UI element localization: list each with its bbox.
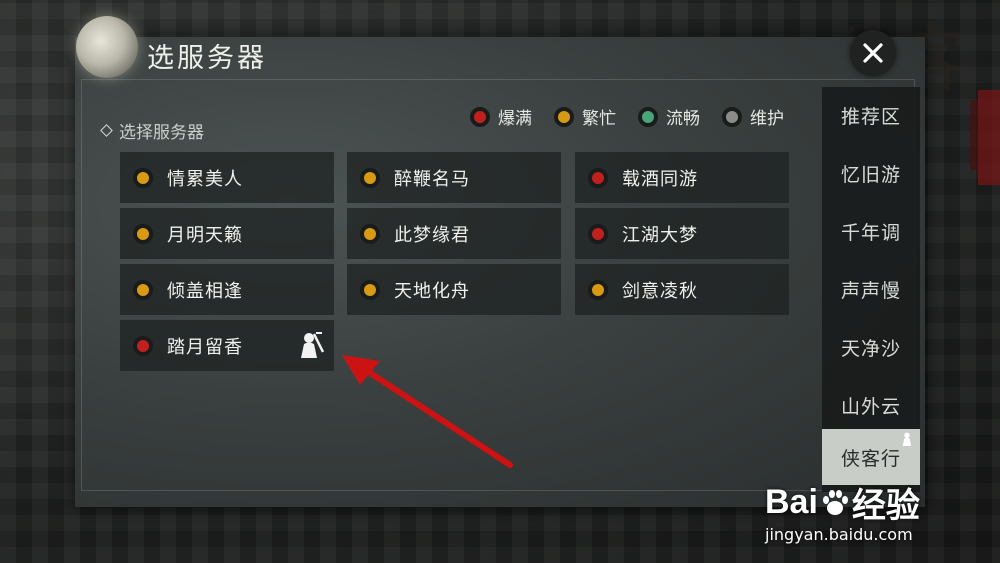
legend-label: 爆满 (498, 109, 532, 129)
region-label: 推荐区 (840, 105, 901, 128)
background-red-banner (978, 90, 1000, 185)
server-status-dot-icon (133, 279, 153, 300)
page-title: 选服务器 (147, 43, 267, 74)
server-item[interactable]: 倾盖相逢 (120, 264, 334, 315)
server-name: 醉鞭名马 (394, 168, 470, 190)
status-dot-icon (638, 106, 658, 127)
server-item[interactable]: 踏月留香 (120, 320, 334, 371)
region-tab[interactable]: 天净沙 (822, 319, 920, 375)
region-tab[interactable]: 推荐区 (822, 87, 920, 143)
server-status-dot-icon (588, 279, 608, 300)
close-icon (863, 43, 883, 63)
server-item[interactable]: 江湖大梦 (575, 208, 789, 259)
server-status-dot-icon (133, 167, 153, 188)
legend-item: 流畅 (638, 104, 700, 129)
server-name: 踏月留香 (167, 336, 243, 358)
status-legend: 爆满 繁忙 流畅 维护 (470, 104, 784, 129)
region-tab[interactable]: 千年调 (822, 203, 920, 259)
background-red-banner-shadow (970, 100, 978, 170)
diamond-icon (100, 124, 113, 137)
legend-label: 流畅 (666, 109, 700, 129)
close-button[interactable] (850, 30, 896, 76)
server-status-dot-icon (588, 167, 608, 188)
section-label-text: 选择服务器 (119, 123, 204, 143)
baidu-watermark: Bai 经验 jingyan.baidu.com (765, 478, 920, 544)
server-item[interactable]: 载酒同游 (575, 152, 789, 203)
server-name: 倾盖相逢 (167, 280, 243, 302)
legend-label: 繁忙 (582, 109, 616, 129)
server-name: 剑意凌秋 (622, 280, 698, 302)
server-name: 载酒同游 (622, 168, 698, 190)
server-item[interactable]: 此梦缘君 (347, 208, 561, 259)
region-label: 侠客行 (840, 447, 901, 470)
region-list: 推荐区忆旧游千年调声声慢天净沙山外云侠客行 (822, 87, 920, 492)
region-label: 忆旧游 (840, 163, 901, 186)
server-item[interactable]: 剑意凌秋 (575, 264, 789, 315)
server-name: 月明天籁 (167, 224, 243, 246)
server-item[interactable]: 月明天籁 (120, 208, 334, 259)
watermark-url: jingyan.baidu.com (765, 525, 913, 544)
server-item[interactable]: 情累美人 (120, 152, 334, 203)
legend-item: 爆满 (470, 104, 532, 129)
server-name: 此梦缘君 (394, 224, 470, 246)
server-name: 天地化舟 (394, 280, 470, 302)
watermark-brand: Bai 经验 (765, 478, 920, 527)
section-label: 选择服务器 (100, 118, 204, 143)
status-dot-icon (470, 106, 490, 127)
region-tab[interactable]: 忆旧游 (822, 145, 920, 201)
region-label: 天净沙 (840, 337, 901, 360)
character-badge-icon (301, 332, 325, 358)
red-arrow-annotation (342, 355, 513, 468)
server-status-dot-icon (360, 167, 380, 188)
server-name: 情累美人 (167, 168, 243, 190)
region-label: 山外云 (840, 395, 901, 418)
server-item[interactable]: 醉鞭名马 (347, 152, 561, 203)
character-badge-icon (902, 432, 912, 446)
moon-icon (76, 16, 138, 78)
region-label: 声声慢 (840, 279, 901, 302)
status-dot-icon (554, 106, 574, 127)
region-tab[interactable]: 山外云 (822, 377, 920, 433)
watermark-brand-left: Bai (765, 483, 818, 521)
server-status-dot-icon (360, 223, 380, 244)
region-tab[interactable]: 声声慢 (822, 261, 920, 317)
server-status-dot-icon (588, 223, 608, 244)
baidu-paw-icon (822, 489, 848, 515)
server-status-dot-icon (360, 279, 380, 300)
watermark-brand-right: 经验 (851, 487, 920, 525)
server-name: 江湖大梦 (622, 224, 698, 246)
server-item[interactable]: 天地化舟 (347, 264, 561, 315)
region-label: 千年调 (840, 221, 901, 244)
legend-item: 繁忙 (554, 104, 616, 129)
region-tab[interactable]: 侠客行 (822, 429, 920, 485)
server-status-dot-icon (133, 335, 153, 356)
legend-label: 维护 (750, 109, 784, 129)
server-status-dot-icon (133, 223, 153, 244)
legend-item: 维护 (722, 104, 784, 129)
status-dot-icon (722, 106, 742, 127)
